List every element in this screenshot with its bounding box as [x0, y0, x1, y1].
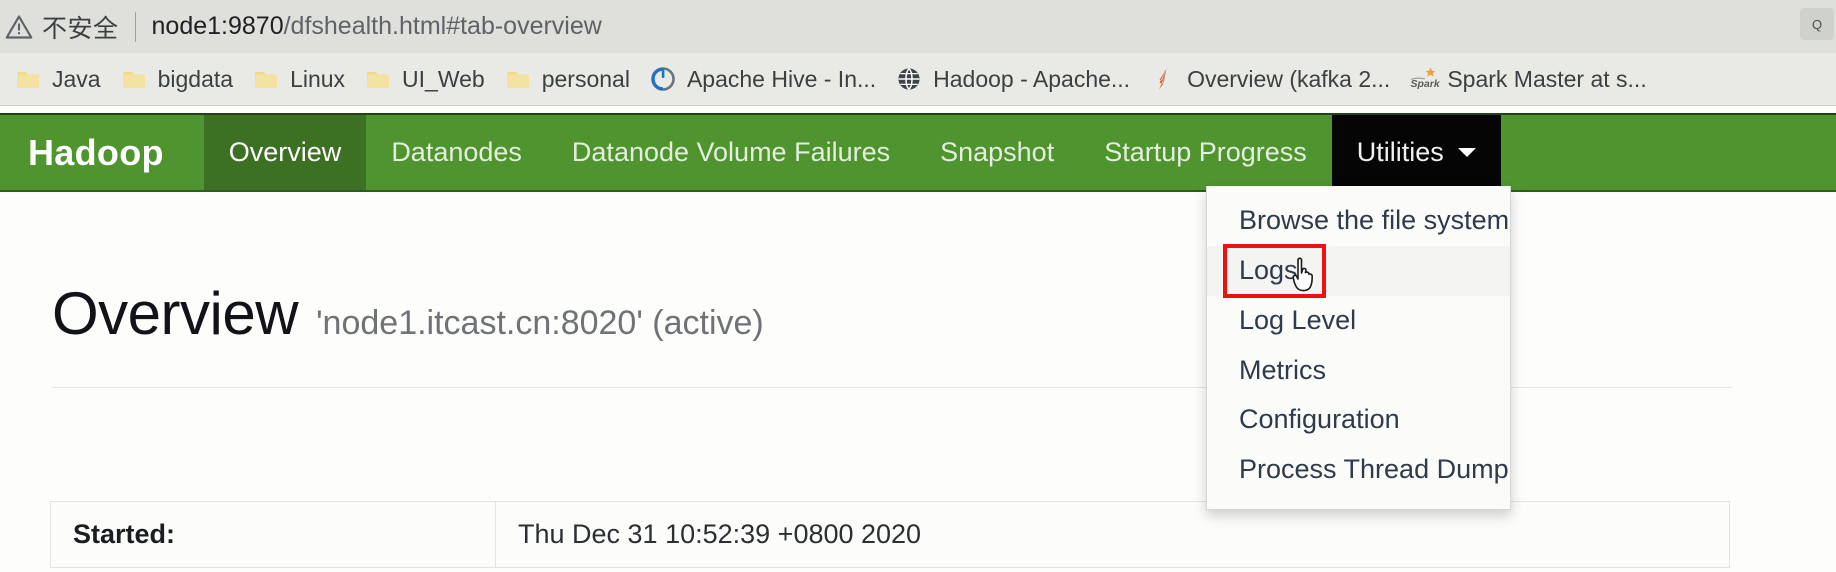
bookmark-label: Overview (kafka 2... — [1187, 65, 1391, 92]
bookmark-item[interactable]: Linux — [244, 58, 354, 100]
address-bar[interactable]: 不安全 node1:9870/dfshealth.html#tab-overvi… — [0, 0, 1836, 53]
hive-icon — [650, 66, 676, 92]
hadoop-navbar: Hadoop Overview Datanodes Datanode Volume … — [0, 113, 1836, 192]
nav-tab-label: Datanode Volume Failures — [571, 137, 891, 167]
utilities-dropdown-menu: Browse the file system Logs Log Level Metri… — [1206, 186, 1511, 511]
globe-icon — [896, 66, 922, 92]
bookmark-label: UI_Web — [402, 65, 485, 92]
folder-icon — [15, 66, 41, 92]
folder-icon — [121, 66, 147, 92]
spark-icon: Spark — [1410, 66, 1440, 92]
page-content: Overview'node1.itcast.cn:8020' (active) … — [0, 194, 1836, 572]
overview-table-body: Started: Thu Dec 31 10:52:39 +0800 2020 — [50, 501, 1730, 568]
page-title: Overview 'node1.itcast.cn:8020' (active) — [52, 279, 764, 348]
table-cell-value: Thu Dec 31 10:52:39 +0800 2020 — [495, 501, 1730, 568]
nav-tab-datanode-volume-failures[interactable]: Datanode Volume Failures — [547, 115, 915, 190]
zoom-indicator-icon[interactable]: Q — [1800, 8, 1834, 40]
nav-tab-label: Utilities — [1356, 137, 1444, 167]
bookmark-item[interactable]: UI_Web — [356, 58, 494, 100]
bookmark-label: Hadoop - Apache... — [933, 65, 1131, 92]
bookmark-item[interactable]: Hadoop - Apache... — [887, 58, 1139, 100]
dropdown-item-logs[interactable]: Logs — [1207, 245, 1510, 296]
bookmark-item[interactable]: Spark Spark Master at s... — [1401, 58, 1655, 100]
nav-tab-snapshot[interactable]: Snapshot — [915, 115, 1079, 190]
svg-text:Spark: Spark — [1411, 78, 1441, 90]
bookmarks-bar: Java bigdata Linux UI_Web personal Apache Hiv… — [0, 53, 1836, 106]
dropdown-item-browse-the-file-system[interactable]: Browse the file system — [1207, 196, 1510, 246]
hadoop-web-ui: Overview'node1.itcast.cn:8020' (active) … — [0, 106, 1836, 572]
folder-icon — [253, 66, 279, 92]
navbar-brand[interactable]: Hadoop — [0, 115, 204, 190]
folder-icon — [365, 66, 391, 92]
bookmark-label: Java — [52, 65, 101, 92]
url-path: /dfshealth.html#tab-overview — [283, 12, 602, 40]
nav-tab-label: Overview — [228, 137, 342, 167]
dropdown-item-configuration[interactable]: Configuration — [1207, 395, 1510, 445]
dropdown-item-process-thread-dump[interactable]: Process Thread Dump — [1207, 445, 1510, 495]
browser-chrome: 不安全 node1:9870/dfshealth.html#tab-overvi… — [0, 0, 1836, 106]
table-cell-key: Started: — [50, 501, 496, 568]
bookmark-item[interactable]: Apache Hive - In... — [641, 58, 885, 100]
bookmark-item[interactable]: Overview (kafka 2... — [1141, 58, 1399, 100]
nav-tab-label: Datanodes — [391, 137, 522, 167]
page-title-main: Overview — [52, 280, 299, 347]
dropdown-item-metrics[interactable]: Metrics — [1207, 346, 1510, 396]
bookmark-label: Apache Hive - In... — [686, 65, 877, 92]
kafka-icon — [1150, 66, 1176, 92]
address-bar-divider — [134, 11, 136, 42]
bookmark-label: bigdata — [157, 65, 234, 92]
overview-summary-table: Started: Thu Dec 31 10:52:39 +0800 2020 — [50, 501, 1730, 568]
bookmark-item[interactable]: personal — [496, 58, 639, 100]
nav-tab-startup-progress[interactable]: Startup Progress — [1079, 115, 1332, 190]
dropdown-item-log-level[interactable]: Log Level — [1207, 296, 1510, 346]
table-row: Started: Thu Dec 31 10:52:39 +0800 2020 — [50, 501, 1730, 568]
nav-tab-label: Startup Progress — [1104, 137, 1307, 167]
bookmark-label: Spark Master at s... — [1447, 65, 1647, 92]
bookmark-item[interactable]: bigdata — [112, 58, 242, 100]
not-secure-warning-icon[interactable] — [4, 12, 34, 42]
page-title-subtitle: 'node1.itcast.cn:8020' (active) — [316, 304, 764, 342]
chevron-down-icon — [1457, 148, 1476, 157]
nav-tab-overview[interactable]: Overview — [203, 115, 367, 190]
nav-tab-label: Snapshot — [940, 137, 1055, 167]
bookmark-label: Linux — [290, 65, 346, 92]
bookmark-item[interactable]: Java — [6, 58, 110, 100]
nav-tab-utilities[interactable]: Utilities — [1331, 115, 1501, 190]
address-bar-url[interactable]: node1:9870/dfshealth.html#tab-overview — [152, 12, 602, 41]
folder-icon — [505, 66, 531, 92]
security-status-label: 不安全 — [42, 14, 119, 43]
url-host: node1:9870 — [151, 12, 284, 40]
bookmark-label: personal — [541, 65, 630, 92]
nav-tab-datanodes[interactable]: Datanodes — [366, 115, 547, 190]
